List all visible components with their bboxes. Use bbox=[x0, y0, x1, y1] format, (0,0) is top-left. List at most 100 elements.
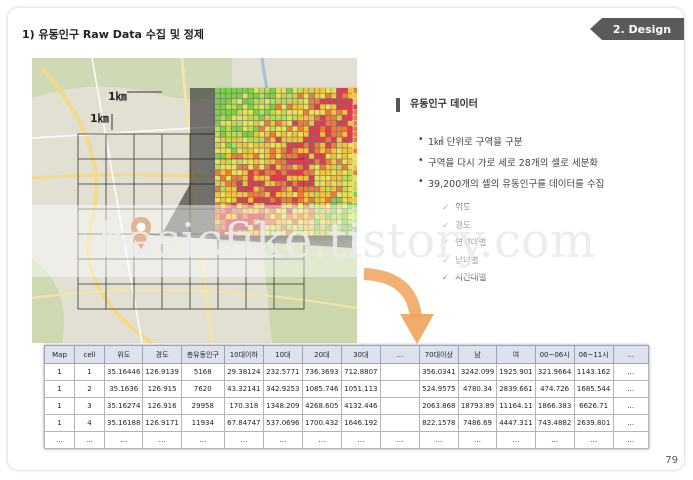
heatmap-cell bbox=[242, 186, 248, 192]
heatmap-cell bbox=[298, 148, 303, 154]
table-cell: 1051.113 bbox=[340, 380, 381, 398]
heatmap-cell bbox=[347, 181, 353, 187]
heatmap-cell bbox=[314, 98, 320, 104]
heatmap-cell bbox=[336, 142, 342, 148]
heatmap-cell bbox=[242, 164, 248, 170]
heatmap-cell bbox=[215, 175, 220, 181]
heatmap-cell bbox=[231, 120, 237, 126]
heatmap-cell bbox=[309, 186, 315, 192]
heatmap-cell bbox=[292, 186, 298, 192]
heatmap-cell bbox=[342, 104, 348, 110]
heatmap-cell bbox=[226, 142, 232, 148]
heatmap-cell bbox=[231, 175, 237, 181]
heatmap-cell bbox=[270, 192, 276, 198]
heatmap-cell bbox=[331, 170, 337, 176]
heatmap-cell bbox=[314, 164, 320, 170]
heatmap-cell bbox=[242, 142, 248, 148]
heatmap-cell bbox=[259, 148, 265, 154]
heatmap-cell bbox=[253, 175, 259, 181]
heatmap-cell bbox=[298, 181, 303, 187]
heatmap-cell bbox=[342, 142, 348, 148]
heatmap-cell bbox=[253, 98, 259, 104]
heatmap-cell bbox=[226, 126, 232, 132]
table-cell: … bbox=[74, 431, 105, 449]
heatmap-cell bbox=[248, 109, 254, 115]
heatmap-cell bbox=[253, 170, 259, 176]
heatmap-cell bbox=[253, 186, 259, 192]
heatmap-cell bbox=[220, 137, 226, 143]
heatmap-cell bbox=[248, 88, 254, 93]
heatmap-cell bbox=[220, 164, 226, 170]
column-header: Map bbox=[44, 345, 75, 364]
heatmap-cell bbox=[215, 164, 220, 170]
heatmap-cell bbox=[347, 142, 353, 148]
heatmap-cell bbox=[353, 93, 357, 99]
column-header: 20대 bbox=[301, 345, 342, 364]
heatmap-cell bbox=[342, 120, 348, 126]
heatmap-cell bbox=[275, 120, 281, 126]
heatmap-cell bbox=[342, 109, 348, 115]
heatmap-cell bbox=[237, 93, 243, 99]
heatmap-cell bbox=[353, 137, 357, 143]
heatmap-cell bbox=[220, 88, 226, 93]
heatmap-cell bbox=[275, 181, 281, 187]
heatmap-cell bbox=[309, 126, 315, 132]
heatmap-cell bbox=[314, 148, 320, 154]
heatmap-cell bbox=[264, 175, 270, 181]
table-cell: 126.9139 bbox=[142, 363, 182, 381]
heatmap-cell bbox=[314, 115, 320, 121]
heatmap-cell bbox=[353, 175, 357, 181]
heatmap-cell bbox=[264, 120, 270, 126]
heatmap-cell bbox=[325, 98, 331, 104]
heatmap-cell bbox=[226, 88, 232, 93]
bullet-list: 1㎢ 단위로 구역을 구분 구역을 다시 가로 세로 28개의 셀로 세분화 3… bbox=[418, 134, 604, 197]
heatmap-cell bbox=[248, 131, 254, 137]
heatmap-cell bbox=[237, 175, 243, 181]
column-header: … bbox=[379, 345, 420, 364]
heatmap-cell bbox=[320, 142, 326, 148]
heatmap-cell bbox=[215, 120, 220, 126]
heatmap-cell bbox=[237, 159, 243, 165]
heatmap-cell bbox=[331, 88, 337, 93]
heatmap-cell bbox=[303, 192, 309, 198]
heatmap-cell bbox=[314, 192, 320, 198]
heatmap-cell bbox=[226, 104, 232, 110]
heatmap-cell bbox=[314, 131, 320, 137]
table-cell: 35.16188 bbox=[103, 414, 144, 432]
heatmap-cell bbox=[242, 192, 248, 198]
heatmap-cell bbox=[275, 197, 281, 203]
heatmap-cell bbox=[342, 93, 348, 99]
table-cell: 537.0696 bbox=[262, 414, 303, 432]
heatmap-cell bbox=[286, 192, 292, 198]
heatmap-cell bbox=[259, 104, 265, 110]
heatmap-cell bbox=[264, 159, 270, 165]
heatmap-cell bbox=[275, 93, 281, 99]
heatmap-cell bbox=[253, 181, 259, 187]
heatmap-cell bbox=[242, 109, 248, 115]
heatmap-cell bbox=[220, 98, 226, 104]
table-cell: 11164.11 bbox=[496, 397, 536, 415]
heatmap-cell bbox=[303, 120, 309, 126]
heatmap-cell bbox=[292, 137, 298, 143]
heatmap-cell bbox=[320, 126, 326, 132]
heatmap-cell bbox=[309, 98, 315, 104]
heatmap-cell bbox=[347, 164, 353, 170]
km-label-horizontal: 1㎞ bbox=[108, 90, 127, 103]
heatmap-cell bbox=[309, 192, 315, 198]
heatmap-cell bbox=[314, 181, 320, 187]
heatmap-cell bbox=[253, 159, 259, 165]
table-cell: … bbox=[612, 397, 649, 415]
heatmap-cell bbox=[325, 126, 331, 132]
heatmap-cell bbox=[248, 148, 254, 154]
table-cell: 1925.901 bbox=[496, 363, 536, 381]
heatmap-cell bbox=[292, 170, 298, 176]
heatmap-cell bbox=[215, 197, 220, 203]
table-cell: 4447.311 bbox=[496, 414, 536, 432]
table-cell: 1685.544 bbox=[573, 380, 614, 398]
table-cell: 232.5771 bbox=[262, 363, 303, 381]
table-cell: 712.8807 bbox=[340, 363, 381, 381]
heatmap-cell bbox=[325, 131, 331, 137]
heatmap-cell bbox=[264, 148, 270, 154]
heatmap-cell bbox=[226, 181, 232, 187]
heatmap-cell bbox=[242, 93, 248, 99]
